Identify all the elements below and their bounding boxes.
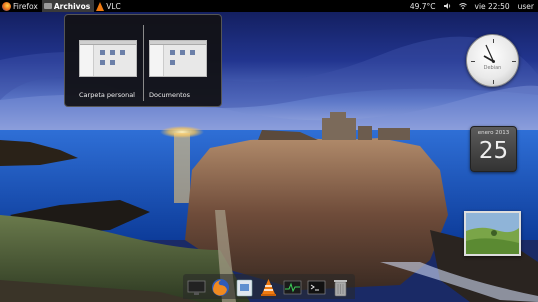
taskbar-app-label: Archivos (53, 1, 91, 11)
wifi-icon[interactable] (458, 2, 467, 10)
calendar-desklet[interactable]: enero 2013 25 (470, 126, 517, 172)
temperature-indicator[interactable]: 49.7°C (410, 2, 436, 11)
calendar-month: enero 2013 (477, 130, 510, 136)
taskbar-app-archivos[interactable]: Archivos (41, 0, 95, 12)
dock (183, 274, 355, 299)
dock-item-monitor[interactable] (187, 278, 206, 297)
dock-item-terminal[interactable] (307, 278, 326, 297)
file-manager-icon (236, 279, 253, 297)
trash-icon (334, 280, 347, 297)
terminal-icon (307, 280, 326, 295)
dock-item-file-manager[interactable] (235, 278, 254, 297)
window-thumbnail-carpeta-personal[interactable] (79, 40, 137, 77)
calendar-day: 25 (478, 138, 509, 164)
clock-indicator[interactable]: vie 22:50 (475, 2, 510, 11)
window-label: Carpeta personal (79, 91, 135, 99)
dock-item-vlc[interactable] (259, 278, 278, 297)
window-thumbnail-documentos[interactable] (149, 40, 207, 77)
dock-item-system-monitor[interactable] (283, 278, 302, 297)
vlc-icon (261, 279, 276, 296)
volume-icon[interactable] (443, 2, 452, 10)
photo-frame-desklet[interactable] (464, 211, 521, 256)
dock-item-trash[interactable] (331, 278, 350, 297)
taskbar-app-vlc[interactable]: VLC (94, 0, 125, 12)
system-monitor-icon (283, 280, 302, 295)
user-menu[interactable]: user (518, 2, 534, 11)
window-preview-popup: Carpeta personal Documentos (64, 14, 222, 107)
firefox-icon (2, 1, 11, 11)
folder-icon (43, 3, 52, 9)
monitor-icon (187, 280, 206, 295)
popup-divider (143, 25, 144, 101)
dock-item-firefox[interactable] (211, 278, 230, 297)
taskbar-app-label: VLC (106, 1, 121, 11)
taskbar-app-firefox[interactable]: Firefox (0, 0, 42, 12)
analog-clock-desklet[interactable]: Debian (466, 34, 519, 87)
taskbar-app-label: Firefox (13, 1, 38, 11)
vlc-icon (96, 1, 105, 11)
system-tray: 49.7°C vie 22:50 user (410, 0, 538, 12)
clock-brand: Debian (483, 65, 502, 71)
window-label: Documentos (149, 91, 191, 99)
firefox-icon (212, 279, 229, 296)
top-panel: Firefox Archivos VLC 49.7°C vie 22:50 us… (0, 0, 538, 12)
